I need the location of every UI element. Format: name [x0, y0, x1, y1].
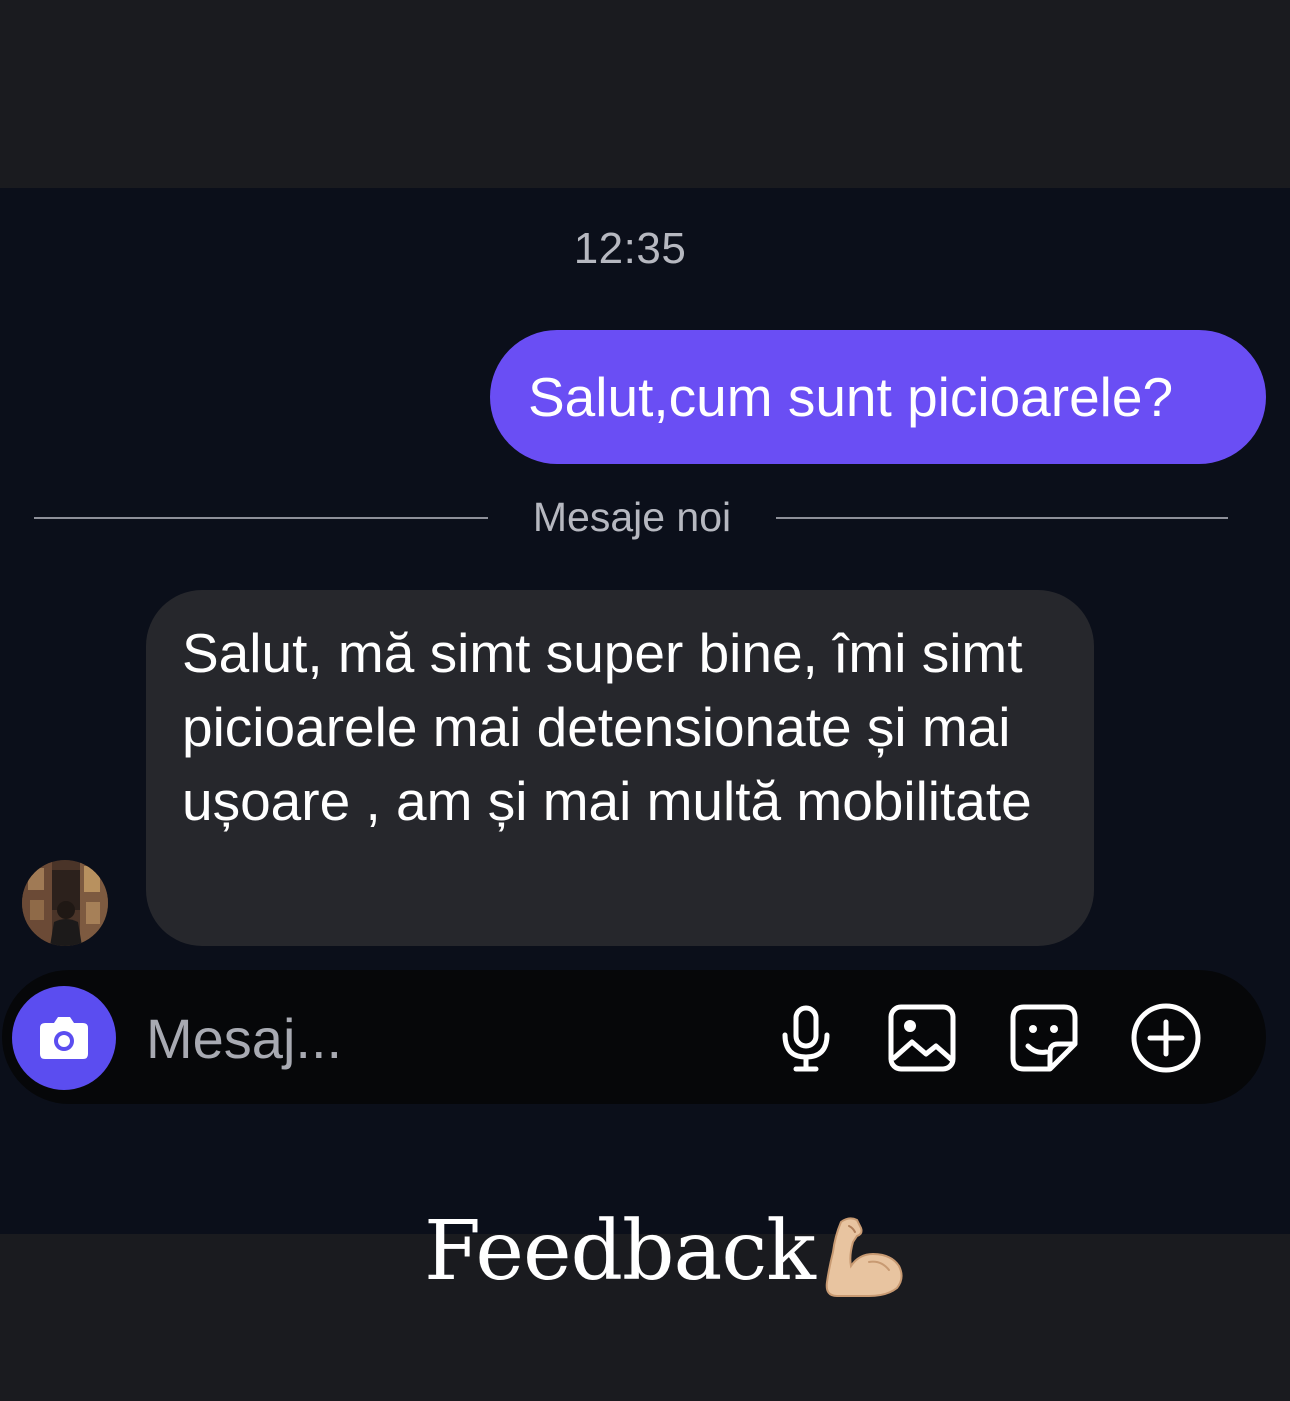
camera-button[interactable] — [12, 986, 116, 1090]
new-messages-divider-left — [34, 517, 488, 519]
caption-text: Feedback — [424, 1203, 816, 1299]
flexed-biceps-emoji-icon — [825, 1217, 903, 1297]
feedback-caption: Feedback — [424, 1196, 907, 1306]
sticker-icon[interactable] — [1008, 1002, 1080, 1074]
sent-message-bubble[interactable]: Salut,cum sunt picioarele? — [490, 330, 1266, 464]
gallery-icon[interactable] — [886, 1002, 958, 1074]
new-messages-divider-label: Mesaje noi — [532, 494, 732, 540]
message-input[interactable] — [146, 1000, 646, 1076]
avatar[interactable] — [22, 860, 108, 946]
top-band — [0, 0, 1290, 188]
microphone-icon[interactable] — [770, 1002, 842, 1074]
camera-icon — [40, 1017, 88, 1059]
plus-icon[interactable] — [1130, 1002, 1202, 1074]
message-timestamp: 12:35 — [573, 224, 687, 273]
new-messages-divider-right — [776, 517, 1228, 519]
avatar-photo — [22, 860, 108, 946]
received-message-bubble[interactable]: Salut, mă simt super bine, îmi simt pici… — [146, 590, 1094, 946]
